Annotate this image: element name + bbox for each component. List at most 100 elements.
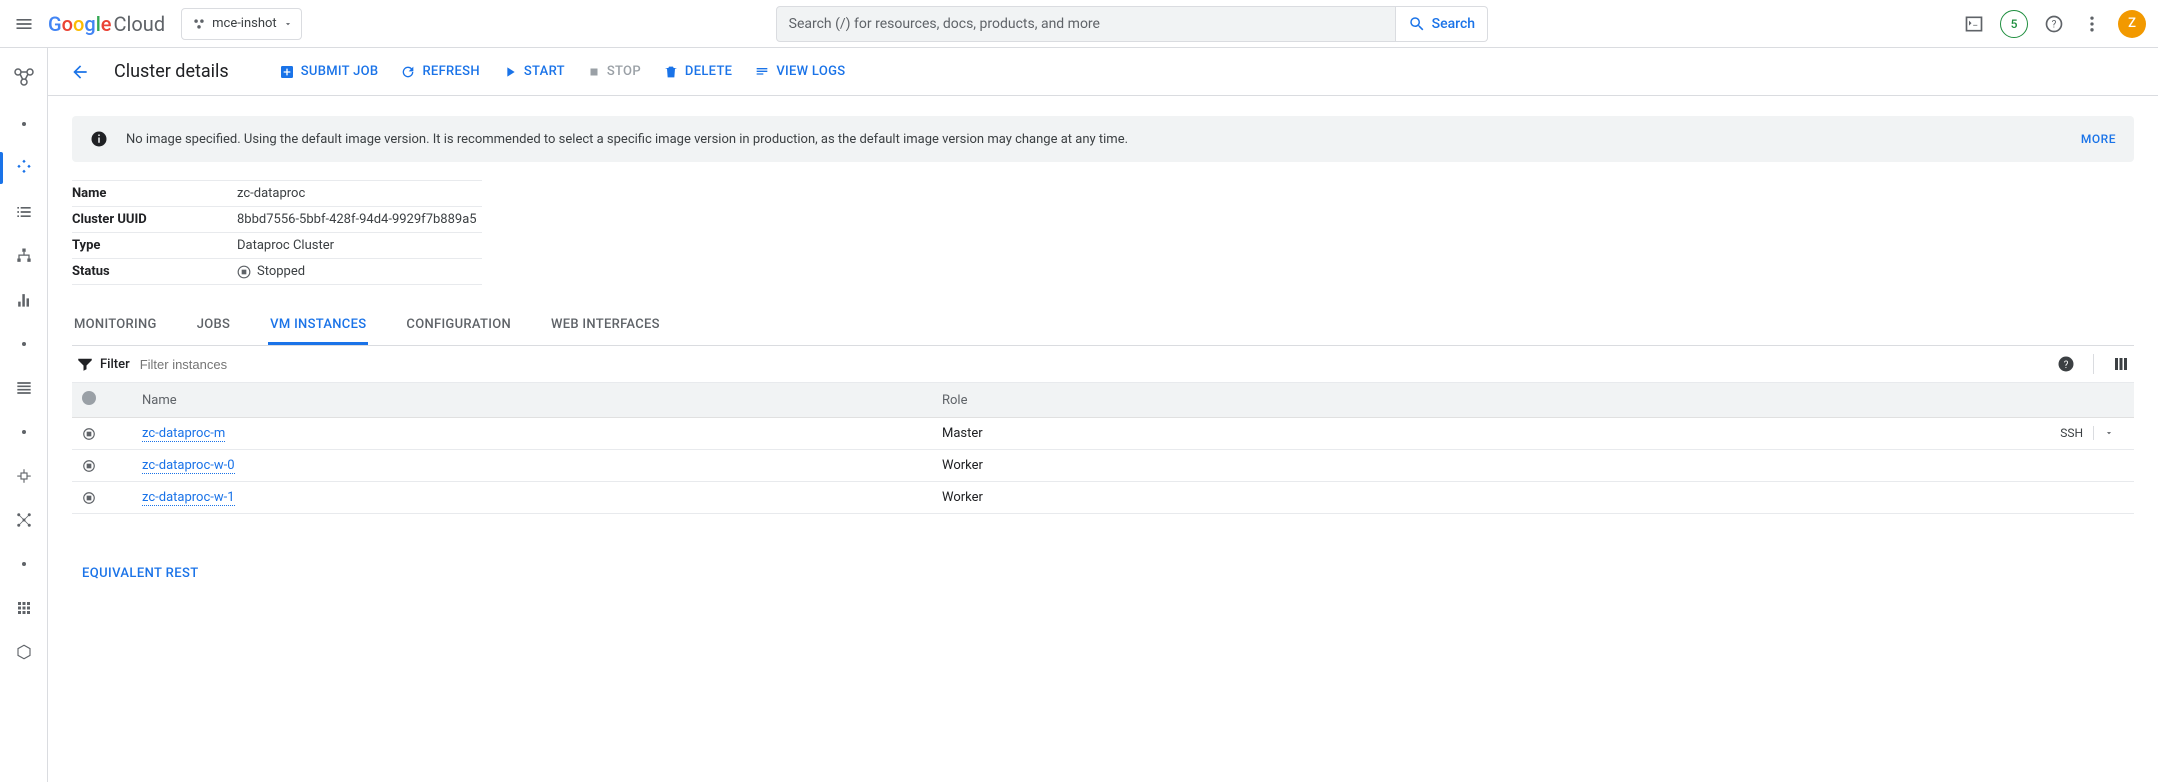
play-icon xyxy=(502,64,518,80)
status-value: Stopped xyxy=(257,264,305,279)
instance-link[interactable]: zc-dataproc-w-1 xyxy=(142,490,235,506)
status-label: Status xyxy=(72,264,237,279)
nav-serverless[interactable] xyxy=(0,456,48,496)
instance-name: zc-dataproc-w-1 xyxy=(132,482,932,514)
banner-more-button[interactable]: MORE xyxy=(2081,132,2116,146)
status-header-icon xyxy=(82,391,96,405)
filter-icon xyxy=(76,355,94,373)
arrow-left-icon xyxy=(70,62,90,82)
nav-dot-4[interactable] xyxy=(0,544,48,584)
instance-status xyxy=(72,450,132,482)
table-row: zc-dataproc-w-0 Worker xyxy=(72,450,2134,482)
tree-icon xyxy=(14,246,34,266)
project-picker[interactable]: mce-inshot xyxy=(181,8,302,40)
instance-link[interactable]: zc-dataproc-m xyxy=(142,426,225,442)
tab-vm-instances[interactable]: VM INSTANCES xyxy=(268,307,368,345)
help-button[interactable]: ? xyxy=(2042,12,2066,36)
stopped-icon xyxy=(82,427,96,441)
col-status xyxy=(72,383,132,418)
search-container: Search (/) for resources, docs, products… xyxy=(776,6,1488,42)
submit-job-button[interactable]: SUBMIT JOB xyxy=(279,64,379,80)
clusters-icon xyxy=(14,158,34,178)
filter-input[interactable] xyxy=(140,357,2047,372)
tab-configuration[interactable]: CONFIGURATION xyxy=(404,307,513,345)
filter-help-icon[interactable]: ? xyxy=(2057,355,2075,373)
nav-component-gateway[interactable] xyxy=(0,588,48,628)
gcp-logo[interactable]: Google Cloud xyxy=(48,12,165,36)
account-avatar[interactable]: Z xyxy=(2118,10,2146,38)
type-label: Type xyxy=(72,238,237,253)
dataproc-icon xyxy=(12,64,36,88)
col-name[interactable]: Name xyxy=(132,383,932,418)
nav-dot-1[interactable] xyxy=(0,104,48,144)
search-button[interactable]: Search xyxy=(1396,6,1488,42)
uuid-label: Cluster UUID xyxy=(72,212,237,227)
project-icon xyxy=(192,17,206,31)
back-button[interactable] xyxy=(68,60,92,84)
kebab-icon xyxy=(2082,14,2102,34)
add-box-icon xyxy=(279,64,295,80)
cloud-shell-button[interactable] xyxy=(1962,12,1986,36)
instance-name: zc-dataproc-w-0 xyxy=(132,450,932,482)
equivalent-rest-button[interactable]: EQUIVALENT REST xyxy=(72,566,2134,581)
nav-metastore[interactable] xyxy=(0,368,48,408)
instance-link[interactable]: zc-dataproc-w-0 xyxy=(142,458,235,474)
delete-button[interactable]: DELETE xyxy=(663,64,732,80)
column-settings-icon[interactable] xyxy=(2112,355,2130,373)
tabs: MONITORING JOBS VM INSTANCES CONFIGURATI… xyxy=(72,307,2134,346)
instance-actions xyxy=(2044,482,2134,514)
col-role[interactable]: Role xyxy=(932,383,2044,418)
start-button[interactable]: START xyxy=(502,64,565,80)
refresh-button[interactable]: REFRESH xyxy=(400,64,479,80)
stop-button[interactable]: STOP xyxy=(587,64,641,79)
stopped-status-icon xyxy=(237,265,251,279)
nav-clusters[interactable] xyxy=(0,148,48,188)
dropdown-icon xyxy=(283,19,293,29)
refresh-icon xyxy=(400,64,416,80)
col-actions xyxy=(2044,383,2134,418)
nav-autoscaling[interactable] xyxy=(0,280,48,320)
logo-google: Google xyxy=(48,12,112,36)
ssh-button[interactable]: SSH xyxy=(2060,426,2114,440)
list-icon xyxy=(14,202,34,222)
nav-jobs[interactable] xyxy=(0,192,48,232)
tab-jobs[interactable]: JOBS xyxy=(195,307,232,345)
instance-name: zc-dataproc-m xyxy=(132,418,932,450)
table-row: zc-dataproc-m Master SSH xyxy=(72,418,2134,450)
tab-monitoring[interactable]: MONITORING xyxy=(72,307,159,345)
list2-icon xyxy=(14,378,34,398)
page-title: Cluster details xyxy=(114,61,229,82)
dataproc-service-icon[interactable] xyxy=(0,58,48,94)
dropdown-icon xyxy=(2104,428,2114,438)
more-button[interactable] xyxy=(2080,12,2104,36)
type-value: Dataproc Cluster xyxy=(237,238,334,253)
filter-bar: Filter ? xyxy=(72,346,2134,383)
trash-icon xyxy=(663,64,679,80)
nav-dot-2[interactable] xyxy=(0,324,48,364)
box-arrows-icon xyxy=(15,467,33,485)
instance-role: Worker xyxy=(932,482,2044,514)
search-placeholder: Search (/) for resources, docs, products… xyxy=(789,16,1100,32)
notifications-badge[interactable]: 5 xyxy=(2000,10,2028,38)
instance-role: Master xyxy=(932,418,2044,450)
action-bar: Cluster details SUBMIT JOB REFRESH START… xyxy=(48,48,2158,96)
info-banner: No image specified. Using the default im… xyxy=(72,116,2134,162)
nav-dot-3[interactable] xyxy=(0,412,48,452)
filter-label: Filter xyxy=(76,355,130,373)
nav-notebooks[interactable] xyxy=(0,500,48,540)
terminal-icon xyxy=(1964,14,1984,34)
nav-marketplace[interactable] xyxy=(0,632,48,672)
nav-menu-button[interactable] xyxy=(12,12,36,36)
search-input[interactable]: Search (/) for resources, docs, products… xyxy=(776,6,1396,42)
name-value: zc-dataproc xyxy=(237,186,305,201)
logo-cloud: Cloud xyxy=(114,12,166,36)
instance-role: Worker xyxy=(932,450,2044,482)
view-logs-button[interactable]: VIEW LOGS xyxy=(754,64,845,80)
help-icon: ? xyxy=(2044,14,2064,34)
tab-web-interfaces[interactable]: WEB INTERFACES xyxy=(549,307,662,345)
nav-workflows[interactable] xyxy=(0,236,48,276)
project-name: mce-inshot xyxy=(212,16,277,31)
svg-text:?: ? xyxy=(2064,360,2069,371)
hexagon-icon xyxy=(15,643,33,661)
instance-actions: SSH xyxy=(2044,418,2134,450)
